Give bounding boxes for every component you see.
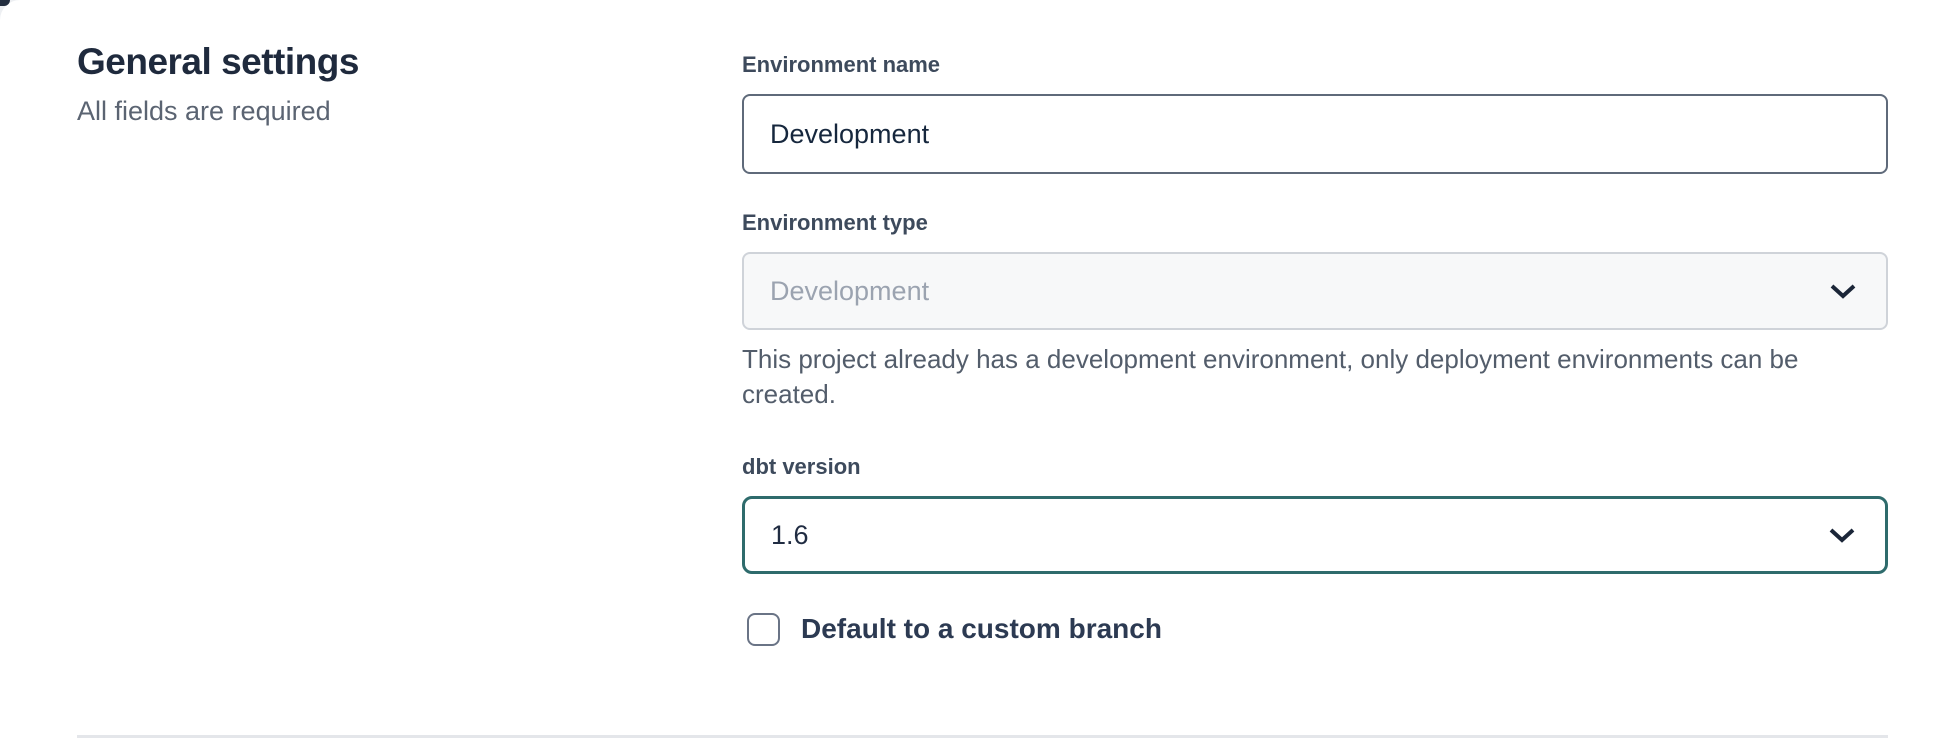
- environment-type-field: Environment type Development This projec…: [742, 208, 1888, 412]
- section-divider: [77, 735, 1888, 738]
- custom-branch-row: Default to a custom branch: [747, 612, 1888, 646]
- environment-type-value: Development: [770, 276, 929, 307]
- custom-branch-checkbox[interactable]: [747, 613, 780, 646]
- dbt-version-value: 1.6: [771, 520, 809, 551]
- chevron-down-icon: [1829, 528, 1855, 543]
- environment-name-field: Environment name: [742, 50, 1888, 174]
- environment-type-label: Environment type: [742, 208, 1888, 238]
- environment-name-input[interactable]: [742, 94, 1888, 174]
- dbt-version-select[interactable]: 1.6: [742, 496, 1888, 574]
- environment-type-select: Development: [742, 252, 1888, 330]
- settings-form: Environment name Environment type Develo…: [742, 50, 1888, 646]
- environment-type-helper: This project already has a development e…: [742, 342, 1888, 412]
- page-subtitle: All fields are required: [77, 94, 637, 128]
- chevron-down-icon: [1830, 284, 1856, 299]
- dbt-version-field: dbt version 1.6: [742, 452, 1888, 574]
- environment-name-label: Environment name: [742, 50, 1888, 80]
- dbt-version-label: dbt version: [742, 452, 1888, 482]
- custom-branch-label[interactable]: Default to a custom branch: [801, 612, 1162, 646]
- page-title: General settings: [77, 38, 637, 86]
- section-header: General settings All fields are required: [77, 38, 637, 128]
- general-settings-panel: General settings All fields are required…: [0, 0, 1958, 740]
